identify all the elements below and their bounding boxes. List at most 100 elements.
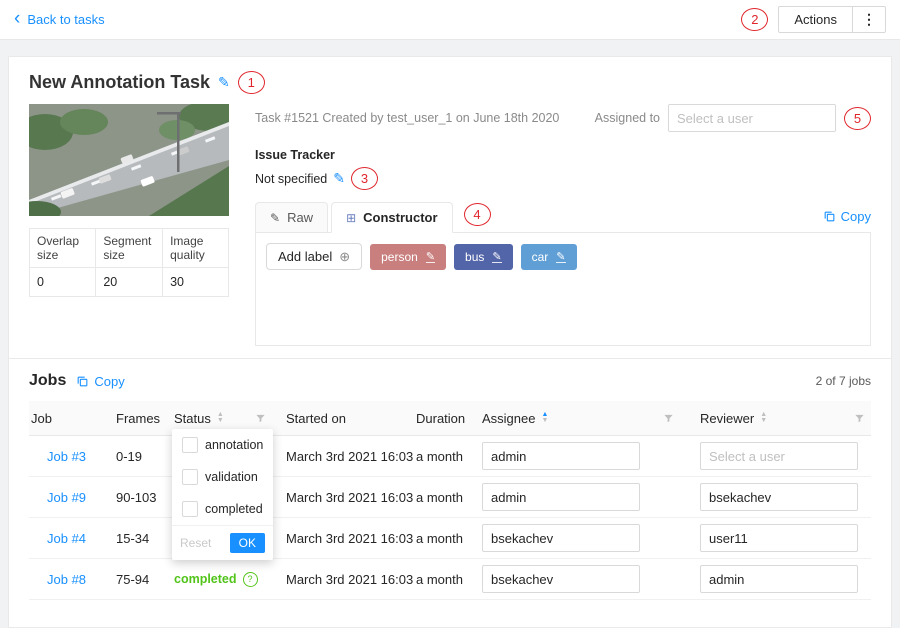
label-name: bus: [465, 250, 484, 264]
filter-option-completed[interactable]: completed: [172, 493, 273, 525]
status-text: completed: [174, 572, 237, 586]
filter-reset-button[interactable]: Reset: [180, 536, 211, 550]
copy-icon: [76, 375, 89, 388]
back-label: Back to tasks: [27, 12, 104, 27]
frames-cell: 90-103: [114, 490, 172, 505]
tab-raw[interactable]: ✎ Raw: [255, 202, 328, 232]
col-status-header[interactable]: Status ▲▼: [172, 411, 284, 426]
edit-issue-tracker-icon[interactable]: ✎: [333, 170, 345, 187]
jobs-table: Job Frames Status ▲▼ Started on Duration…: [29, 401, 871, 600]
add-label-text: Add label: [278, 249, 332, 264]
reviewer-input[interactable]: [700, 524, 858, 552]
col-job-header: Job: [29, 411, 114, 426]
checkbox[interactable]: [182, 437, 198, 453]
col-frames-header: Frames: [114, 411, 172, 426]
filter-option-label: validation: [205, 470, 258, 484]
filter-option-label: completed: [205, 502, 263, 516]
actions-button[interactable]: Actions: [778, 6, 853, 33]
param-segment-value: 20: [96, 268, 163, 297]
col-reviewer-header[interactable]: Reviewer ▲▼: [698, 411, 871, 426]
param-quality-value: 30: [163, 268, 229, 297]
labels-copy-label: Copy: [841, 209, 871, 224]
tab-constructor[interactable]: ⊞ Constructor: [331, 202, 452, 233]
checkbox[interactable]: [182, 469, 198, 485]
sort-carets[interactable]: ▲▼: [217, 412, 224, 424]
frames-cell: 0-19: [114, 449, 172, 464]
checkbox[interactable]: [182, 501, 198, 517]
filter-ok-button[interactable]: OK: [230, 533, 265, 553]
label-chip-bus[interactable]: bus ✎: [454, 244, 513, 270]
started-cell: March 3rd 2021 16:03: [284, 572, 414, 587]
task-params-table: Overlap size Segment size Image quality …: [29, 228, 229, 297]
assignee-input[interactable]: [482, 442, 640, 470]
caret-down-icon: ▼: [541, 418, 548, 424]
param-quality-header: Image quality: [163, 229, 229, 268]
task-preview-image: [29, 104, 229, 216]
pencil-icon[interactable]: ✎: [556, 252, 565, 263]
assignee-input[interactable]: [482, 565, 640, 593]
started-cell: March 3rd 2021 16:03: [284, 490, 414, 505]
annotation-mark-5: 5: [844, 107, 871, 130]
task-panel: New Annotation Task ✎ 1: [8, 56, 892, 363]
param-overlap-header: Overlap size: [30, 229, 96, 268]
job-link[interactable]: Job #3: [47, 449, 86, 464]
tab-constructor-label: Constructor: [363, 210, 437, 225]
frames-cell: 75-94: [114, 572, 172, 587]
filter-option-annotation[interactable]: annotation: [172, 429, 273, 461]
pencil-icon[interactable]: ✎: [426, 252, 435, 263]
reviewer-input[interactable]: [700, 565, 858, 593]
reviewer-filter-icon[interactable]: [854, 413, 865, 424]
started-cell: March 3rd 2021 16:03: [284, 449, 414, 464]
add-label-button[interactable]: Add label ⊕: [266, 243, 362, 270]
status-filter-dropdown: annotation validation completed Reset OK: [172, 429, 273, 560]
constructor-block-icon: ⊞: [346, 211, 356, 225]
reviewer-input[interactable]: [700, 483, 858, 511]
pencil-icon: ✎: [270, 211, 280, 225]
jobs-panel: Jobs Copy 2 of 7 jobs Job Frames Status …: [8, 358, 892, 628]
jobs-count: 2 of 7 jobs: [816, 374, 871, 388]
issue-tracker-value: Not specified: [255, 172, 327, 186]
job-row: Job #3 0-19 March 3rd 2021 16:03 a month: [29, 436, 871, 477]
labels-copy-link[interactable]: Copy: [823, 209, 871, 232]
reviewer-input[interactable]: [700, 442, 858, 470]
edit-task-name-icon[interactable]: ✎: [218, 74, 230, 91]
annotation-mark-1: 1: [238, 71, 265, 94]
job-row: Job #4 15-34 March 3rd 2021 16:03 a mont…: [29, 518, 871, 559]
filter-option-validation[interactable]: validation: [172, 461, 273, 493]
task-title: New Annotation Task: [29, 72, 210, 93]
caret-down-icon: ▼: [760, 418, 767, 424]
labels-tabs: ✎ Raw ⊞ Constructor 4 Copy: [255, 202, 871, 233]
back-chevron-icon: ‹: [14, 9, 20, 28]
duration-cell: a month: [414, 531, 480, 546]
plus-circle-icon: ⊕: [339, 250, 350, 263]
pencil-icon[interactable]: ✎: [492, 252, 501, 263]
duration-cell: a month: [414, 490, 480, 505]
question-circle-icon[interactable]: ?: [243, 572, 258, 587]
jobs-copy-link[interactable]: Copy: [76, 374, 124, 389]
label-chip-person[interactable]: person ✎: [370, 244, 446, 270]
col-started-header: Started on: [284, 411, 414, 426]
job-link[interactable]: Job #9: [47, 490, 86, 505]
annotation-mark-3: 3: [351, 167, 378, 190]
copy-icon: [823, 210, 836, 223]
job-link[interactable]: Job #4: [47, 531, 86, 546]
assignee-input[interactable]: [482, 524, 640, 552]
assignee-input[interactable]: [482, 483, 640, 511]
filter-option-label: annotation: [205, 438, 263, 452]
issue-tracker-label: Issue Tracker: [255, 148, 871, 162]
job-row: Job #8 75-94 completed ? March 3rd 2021 …: [29, 559, 871, 600]
job-link[interactable]: Job #8: [47, 572, 86, 587]
assignee-filter-icon[interactable]: [663, 413, 674, 424]
task-meta: Task #1521 Created by test_user_1 on Jun…: [255, 111, 559, 125]
jobs-title: Jobs: [29, 372, 66, 390]
actions-more-button[interactable]: ⋮: [852, 6, 886, 33]
sort-carets[interactable]: ▲▼: [760, 412, 767, 424]
sort-carets[interactable]: ▲▼: [541, 412, 548, 424]
param-overlap-value: 0: [30, 268, 96, 297]
status-filter-icon[interactable]: [255, 413, 266, 424]
jobs-table-header-row: Job Frames Status ▲▼ Started on Duration…: [29, 401, 871, 436]
task-assignee-input[interactable]: [668, 104, 836, 132]
col-assignee-header[interactable]: Assignee ▲▼: [480, 411, 698, 426]
back-to-tasks-link[interactable]: ‹ Back to tasks: [14, 11, 105, 28]
label-chip-car[interactable]: car ✎: [521, 244, 577, 270]
